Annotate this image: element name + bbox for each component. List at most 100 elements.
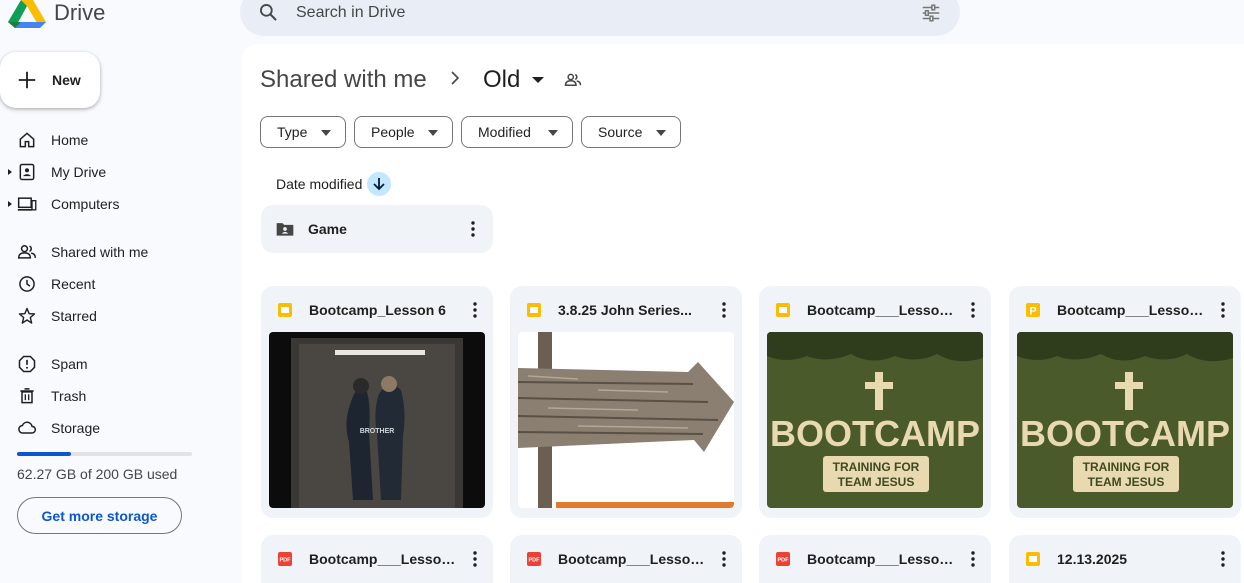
search-icon[interactable]	[258, 2, 278, 22]
thumbnail-text: BROTHER	[360, 428, 395, 435]
folder-name: Game	[308, 221, 347, 237]
more-actions-icon[interactable]	[465, 300, 485, 320]
sidebar-item-label: Home	[51, 132, 89, 148]
sidebar-item-label: My Drive	[51, 164, 107, 180]
sidebar-item-computers[interactable]: Computers	[0, 188, 230, 220]
more-actions-icon[interactable]	[963, 300, 983, 320]
file-name: Bootcamp___Lesson...	[558, 551, 708, 567]
file-thumbnail: BOOTCAMP TRAINING FOR TEAM JESUS	[767, 332, 983, 508]
sidebar-item-starred[interactable]: Starred	[0, 300, 230, 332]
star-icon	[18, 307, 36, 324]
sidebar-item-spam[interactable]: Spam	[0, 348, 230, 380]
search-bar[interactable]: Search in Drive	[240, 0, 960, 36]
sidebar-item-label: Trash	[51, 388, 87, 404]
filter-chip-label: People	[371, 124, 415, 140]
shared-people-icon[interactable]	[564, 71, 582, 89]
computers-icon	[17, 197, 37, 211]
file-card[interactable]: 3.8.25 John Series...	[510, 286, 742, 518]
thumbnail-subtitle: TEAM JESUS	[1088, 475, 1165, 489]
thumbnail-subtitle: TRAINING FOR	[833, 460, 920, 474]
shared-folder-icon	[276, 223, 294, 236]
filter-chip-people[interactable]: People	[354, 116, 453, 148]
svg-text:PDF: PDF	[778, 558, 790, 564]
filter-chip-type[interactable]: Type	[260, 116, 346, 148]
my-drive-icon	[19, 163, 35, 181]
file-card[interactable]: Bootcamp___Lesson... BOOTCAMP TRAINING F…	[759, 286, 991, 518]
breadcrumb-current-label: Old	[483, 66, 521, 93]
search-input[interactable]: Search in Drive	[296, 4, 405, 22]
more-actions-icon[interactable]	[714, 549, 734, 569]
filter-chip-label: Type	[277, 124, 308, 140]
pdf-file-icon: PDF	[527, 552, 541, 566]
clock-icon	[19, 276, 35, 292]
dropdown-arrow-icon	[321, 130, 331, 136]
more-actions-icon[interactable]	[465, 549, 485, 569]
people-icon	[17, 245, 37, 259]
search-options-icon[interactable]	[920, 2, 942, 24]
svg-text:P: P	[1029, 306, 1036, 318]
sidebar-item-recent[interactable]: Recent	[0, 268, 230, 300]
more-actions-icon[interactable]	[714, 300, 734, 320]
powerpoint-file-icon: P	[1026, 303, 1040, 318]
sidebar-item-label: Computers	[51, 196, 120, 212]
new-button-label: New	[52, 72, 81, 88]
file-card[interactable]: PDF Bootcamp___Lesson...	[261, 535, 493, 583]
folder-item-game[interactable]: Game	[261, 205, 493, 253]
filter-chip-modified[interactable]: Modified	[461, 116, 573, 148]
breadcrumb-current-folder[interactable]: Old	[483, 66, 545, 94]
pdf-file-icon: PDF	[278, 552, 292, 566]
sort-direction-button[interactable]	[367, 172, 392, 196]
slides-file-icon	[278, 303, 292, 317]
sidebar-item-storage[interactable]: Storage	[0, 412, 230, 444]
sidebar-item-home[interactable]: Home	[0, 124, 230, 156]
more-actions-icon[interactable]	[463, 219, 483, 239]
file-name: Bootcamp___Lesson...	[807, 551, 957, 567]
more-actions-icon[interactable]	[1213, 549, 1233, 569]
app-name: Drive	[54, 0, 106, 25]
chevron-right-icon	[451, 71, 460, 85]
file-thumbnail: BOOTCAMP TRAINING FOR TEAM JESUS	[1017, 332, 1233, 508]
file-thumbnail	[518, 332, 734, 508]
file-card[interactable]: PDF Bootcamp___Lesson...	[759, 535, 991, 583]
thumbnail-title: BOOTCAMP	[770, 413, 980, 454]
sort-label: Date modified	[276, 176, 363, 192]
file-name: Bootcamp___Lesson...	[807, 302, 957, 318]
sidebar-item-my-drive[interactable]: My Drive	[0, 156, 230, 188]
more-actions-icon[interactable]	[1213, 300, 1233, 320]
sidebar-item-shared-with-me[interactable]: Shared with me	[0, 236, 230, 268]
plus-icon	[18, 71, 36, 89]
breadcrumb-root[interactable]: Shared with me	[260, 66, 427, 94]
file-thumbnail: BROTHER	[269, 332, 485, 508]
new-button[interactable]: New	[0, 52, 100, 108]
expand-caret-icon[interactable]	[7, 169, 13, 175]
cloud-icon	[18, 421, 36, 434]
file-card[interactable]: 12.13.2025	[1009, 535, 1241, 583]
thumbnail-subtitle: TEAM JESUS	[838, 475, 915, 489]
dropdown-arrow-icon	[656, 130, 666, 136]
file-card[interactable]: P Bootcamp___Lesson... BOOTCAMP TRAINING…	[1009, 286, 1241, 518]
dropdown-arrow-icon	[548, 130, 558, 136]
home-icon	[19, 132, 35, 148]
file-card[interactable]: PDF Bootcamp___Lesson...	[510, 535, 742, 583]
sidebar-item-label: Shared with me	[51, 244, 149, 260]
thumbnail-title: BOOTCAMP	[1020, 413, 1230, 454]
get-more-storage-button[interactable]: Get more storage	[17, 497, 182, 534]
dropdown-arrow-icon	[532, 77, 545, 83]
sidebar-item-label: Spam	[51, 356, 88, 372]
svg-text:PDF: PDF	[529, 558, 541, 564]
slides-file-icon	[527, 303, 541, 317]
file-name: Bootcamp___Lesson...	[309, 551, 459, 567]
filter-chip-label: Modified	[478, 124, 531, 140]
spam-icon	[18, 355, 36, 373]
file-card[interactable]: Bootcamp_Lesson 6 BROTHER	[261, 286, 493, 518]
drive-logo[interactable]: Drive	[8, 0, 105, 28]
more-actions-icon[interactable]	[963, 549, 983, 569]
expand-caret-icon[interactable]	[7, 201, 13, 207]
sort-control[interactable]: Date modified	[276, 172, 392, 196]
filter-chip-source[interactable]: Source	[581, 116, 681, 148]
filter-chip-label: Source	[598, 124, 643, 140]
sidebar-item-trash[interactable]: Trash	[0, 380, 230, 412]
storage-usage-text: 62.27 GB of 200 GB used	[17, 466, 178, 482]
pdf-file-icon: PDF	[776, 552, 790, 566]
thumbnail-subtitle: TRAINING FOR	[1083, 460, 1170, 474]
